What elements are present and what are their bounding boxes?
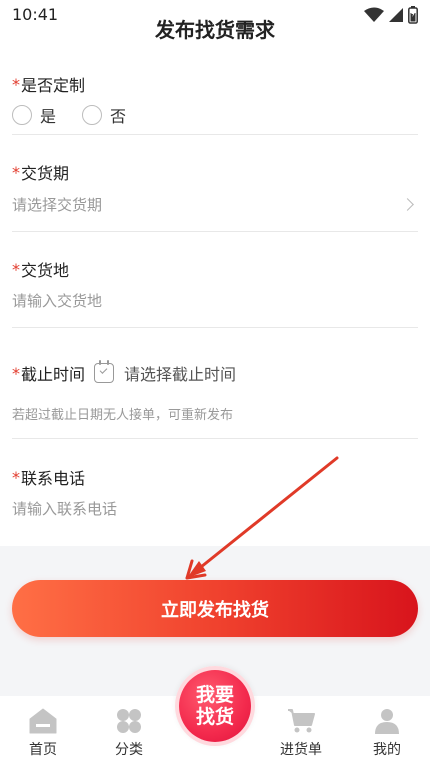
radio-option-no[interactable]: 否 (82, 103, 126, 127)
page-title: 发布找货需求 (155, 18, 275, 42)
radio-option-yes[interactable]: 是 (12, 103, 56, 127)
radio-circle[interactable] (12, 105, 32, 125)
deadline-hint: 若超过截止日期无人接单，可重新发布 (12, 408, 234, 423)
find-goods-badge: 我要 找货 (179, 670, 251, 742)
deadline-picker[interactable]: 请选择截止时间 (94, 360, 236, 385)
deadline-row: * 截止时间 请选择截止时间 (12, 360, 236, 385)
radio-circle[interactable] (82, 105, 103, 125)
publish-button[interactable]: 立即发布找货 (12, 580, 418, 637)
tab-category[interactable]: 分类 (86, 696, 172, 764)
deadline-label: * 截止时间 (12, 363, 86, 385)
tab-cart[interactable]: 进货单 (258, 696, 344, 764)
customize-radio-group: 是 否 (12, 103, 152, 127)
delivery-place-label: * 交货地 (12, 259, 70, 281)
calendar-icon (94, 360, 115, 383)
category-icon (117, 709, 141, 733)
delivery-period-label: * 交货期 (12, 162, 70, 184)
divider (12, 438, 418, 439)
phone-input[interactable]: 请输入联系电话 (12, 498, 418, 520)
home-icon (29, 708, 57, 734)
user-icon (375, 709, 399, 734)
tab-profile[interactable]: 我的 (344, 696, 430, 764)
divider (12, 134, 418, 135)
tab-home[interactable]: 首页 (0, 696, 86, 764)
divider (12, 231, 418, 232)
find-goods-button[interactable]: 我要 找货 (175, 666, 255, 746)
customize-label: * 是否定制 (12, 74, 86, 96)
delivery-period-select[interactable]: 请选择交货期 (12, 194, 418, 216)
cart-icon (288, 709, 315, 733)
divider (12, 327, 418, 328)
chevron-right-icon (401, 198, 414, 211)
delivery-place-input[interactable]: 请输入交货地 (12, 290, 418, 312)
phone-label: * 联系电话 (12, 467, 86, 489)
